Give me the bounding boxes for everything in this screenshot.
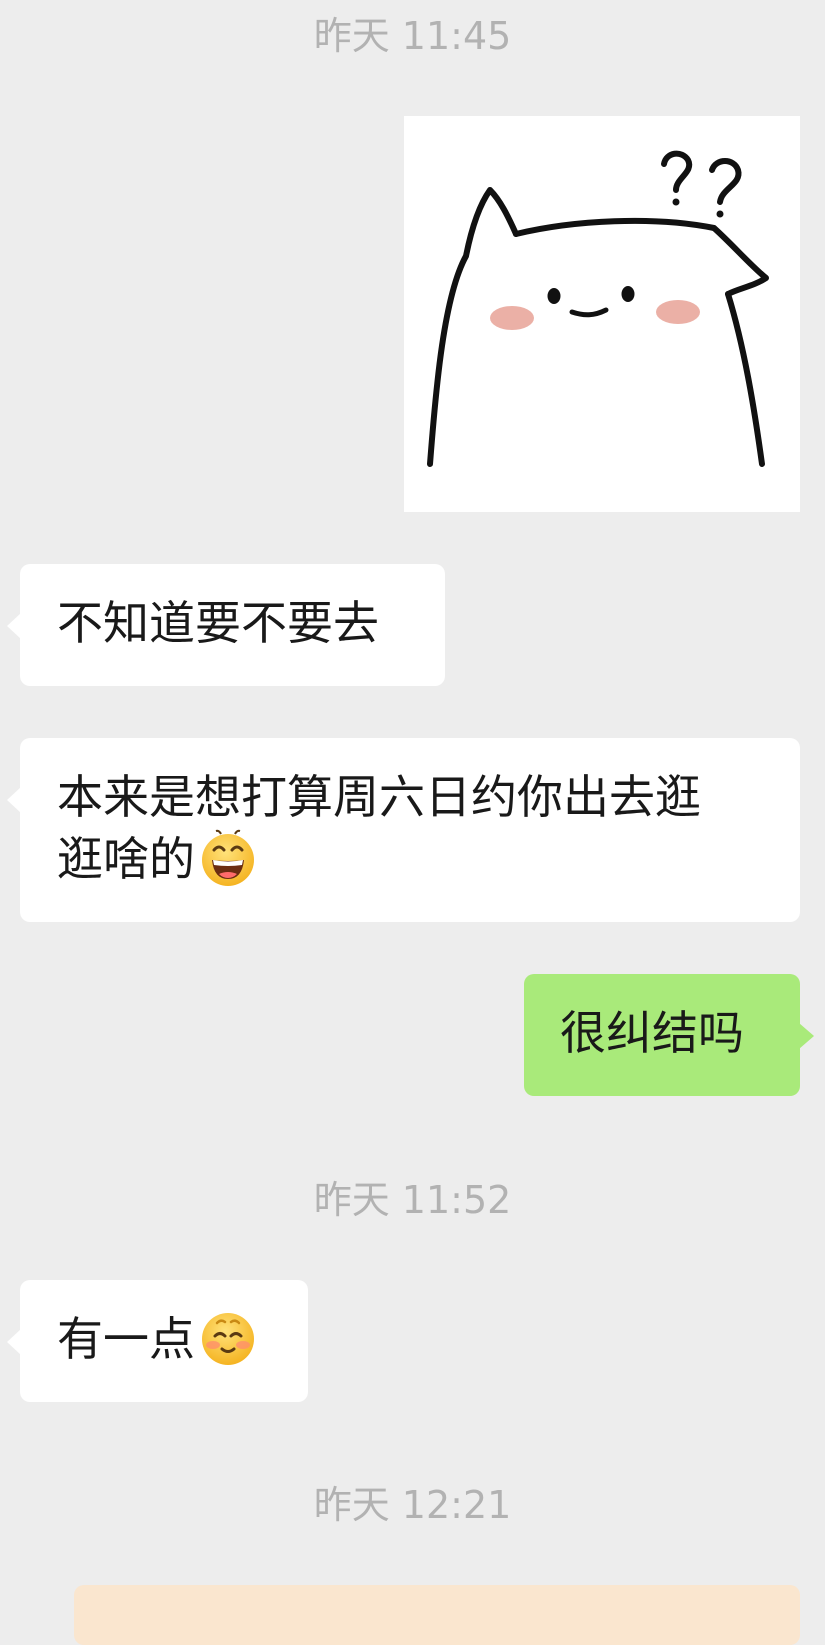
incoming-message-bubble[interactable]: 不知道要不要去	[7, 564, 445, 686]
outgoing-message-bubble[interactable]: 很纠结吗	[524, 974, 814, 1096]
timestamp-2: 昨天 11:52	[313, 1178, 512, 1222]
message-text: 不知道要不要去	[57, 596, 379, 650]
message-text: 很纠结吗	[560, 1006, 744, 1060]
timestamp-3: 昨天 12:21	[313, 1483, 512, 1527]
confused-cat-sticker-icon[interactable]	[404, 116, 800, 512]
message-text-line-1: 本来是想打算周六日约你出去逛	[57, 770, 701, 824]
timestamp-1: 昨天 11:45	[313, 14, 512, 58]
incoming-message-bubble[interactable]: 本来是想打算周六日约你出去逛 逛啥的	[7, 738, 800, 922]
message-text: 有一点	[57, 1312, 195, 1366]
message-text-line-2: 逛啥的	[57, 828, 764, 890]
card-message-bubble[interactable]	[74, 1585, 800, 1645]
blushing-face-emoji	[199, 1309, 257, 1367]
incoming-message-bubble[interactable]: 有一点	[7, 1280, 308, 1402]
grinning-face-emoji	[199, 829, 257, 887]
